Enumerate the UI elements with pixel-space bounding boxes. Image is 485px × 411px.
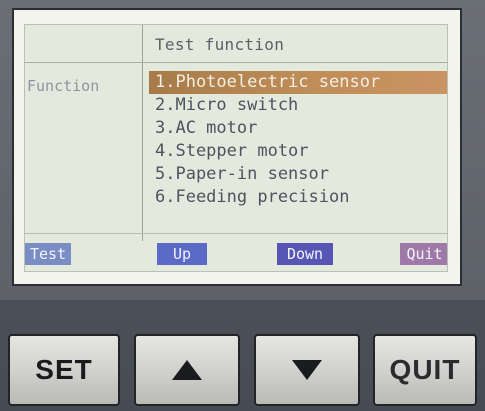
screen-title: Test function: [155, 35, 285, 54]
title-divider: [25, 62, 447, 63]
triangle-down-icon: [292, 360, 322, 380]
function-menu: 1.Photoelectric sensor 2.Micro switch 3.…: [149, 71, 447, 209]
softkey-up[interactable]: Up: [157, 243, 207, 265]
softkey-down[interactable]: Down: [277, 243, 333, 265]
menu-item-ac-motor[interactable]: 3.AC motor: [149, 117, 447, 140]
function-label: Function: [27, 77, 100, 95]
menu-item-paper-in-sensor[interactable]: 5.Paper-in sensor: [149, 163, 447, 186]
quit-button[interactable]: QUIT: [373, 334, 477, 406]
triangle-up-icon: [172, 360, 202, 380]
set-button[interactable]: SET: [8, 334, 120, 406]
quit-button-label: QUIT: [389, 354, 461, 385]
down-button[interactable]: [254, 334, 360, 406]
column-divider: [142, 25, 143, 241]
menu-item-stepper-motor[interactable]: 4.Stepper motor: [149, 140, 447, 163]
set-button-label: SET: [35, 354, 93, 385]
menu-item-micro-switch[interactable]: 2.Micro switch: [149, 94, 447, 117]
hardware-button-row: SET QUIT: [0, 330, 485, 411]
softkey-bar: Test Up Down Quit: [25, 239, 447, 265]
softkey-divider: [25, 233, 447, 234]
up-button[interactable]: [134, 334, 240, 406]
menu-item-photoelectric-sensor[interactable]: 1.Photoelectric sensor: [149, 71, 447, 94]
softkey-test[interactable]: Test: [25, 243, 71, 265]
softkey-quit[interactable]: Quit: [400, 243, 447, 265]
menu-item-feeding-precision[interactable]: 6.Feeding precision: [149, 186, 447, 209]
lcd-display: Test function Function 1.Photoelectric s…: [24, 24, 448, 272]
